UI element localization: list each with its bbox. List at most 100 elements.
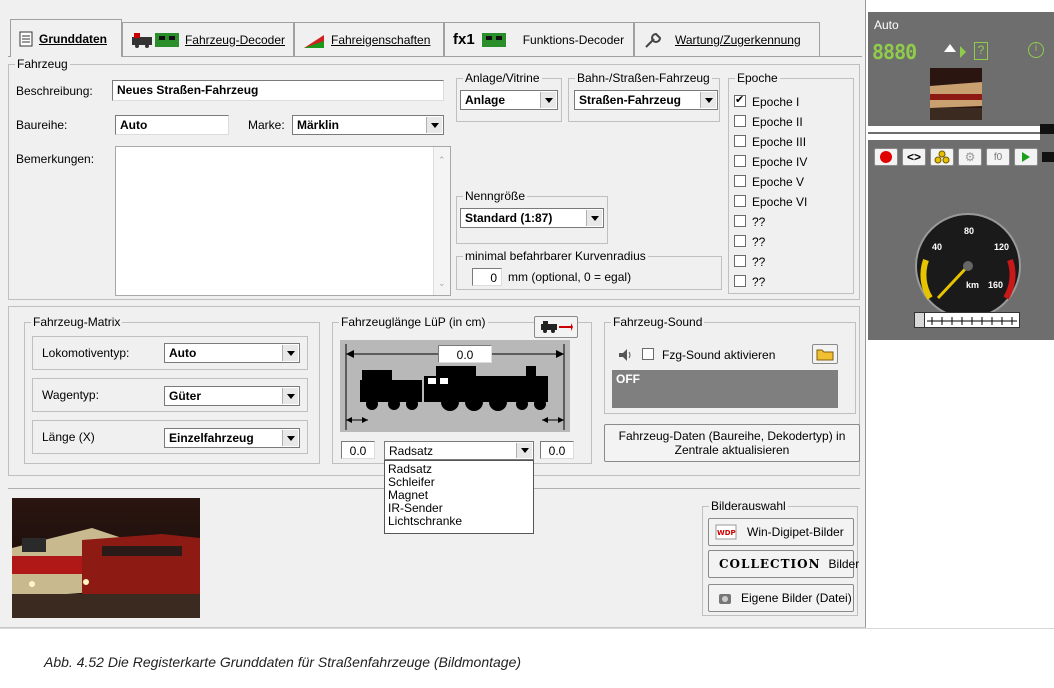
epoche-7-checkbox[interactable] bbox=[734, 215, 746, 227]
vehicle-thumbnail bbox=[930, 68, 982, 120]
figure-caption: Abb. 4.52 Die Registerkarte Grunddaten f… bbox=[44, 654, 522, 670]
baureihe-label: Baureihe: bbox=[16, 118, 68, 132]
panel-indicator bbox=[1042, 152, 1054, 162]
speed-tick-80: 80 bbox=[964, 226, 975, 236]
scroll-down-icon[interactable]: ⌄ bbox=[438, 278, 446, 289]
win-digipet-bilder-button[interactable]: WDP Win-Digipet-Bilder bbox=[708, 518, 854, 546]
epoche-4-label: Epoche IV bbox=[752, 155, 808, 169]
caption-divider bbox=[0, 628, 1054, 629]
svg-text:WDP: WDP bbox=[717, 529, 736, 537]
update-zentrale-button[interactable]: Fahrzeug-Daten (Baureihe, Dekodertyp) in… bbox=[604, 424, 860, 462]
anlage-select[interactable]: Anlage bbox=[460, 90, 558, 110]
address-display: 8880 bbox=[872, 40, 917, 64]
speed-tick-120: 120 bbox=[994, 242, 1010, 252]
sensor-select[interactable]: Radsatz bbox=[384, 441, 534, 460]
direction-toggle-button[interactable]: <> bbox=[902, 148, 926, 166]
lokomotivtyp-select[interactable]: Auto bbox=[164, 343, 300, 363]
loco-control-panel: Auto 8880 ? i <> ⚙ f0 40 80 120 160 km bbox=[868, 12, 1054, 340]
laenge-group-title: Fahrzeuglänge LüP (in cm) bbox=[339, 315, 488, 329]
laenge-select[interactable]: Einzelfahrzeug bbox=[164, 428, 300, 448]
slider-ticks bbox=[927, 317, 1017, 325]
fx1-prefix: fx1 bbox=[453, 31, 475, 48]
bahn-select[interactable]: Straßen-Fahrzeug bbox=[574, 90, 718, 110]
sensor-dropdown-list: Radsatz Schleifer Magnet IR-Sender Licht… bbox=[384, 460, 534, 534]
nenngroesse-value: Standard (1:87) bbox=[465, 211, 553, 225]
tab-grunddaten[interactable]: Grunddaten bbox=[10, 19, 122, 57]
epoche-10-checkbox[interactable] bbox=[734, 275, 746, 287]
locomotive-photo-icon bbox=[12, 498, 200, 618]
lokomotivtyp-label: Lokomotiventyp: bbox=[42, 346, 130, 360]
beschreibung-input[interactable]: Neues Straßen-Fahrzeug bbox=[112, 80, 444, 101]
collection-bilder-button[interactable]: COLLECTION Bilder bbox=[708, 550, 859, 578]
open-sound-button[interactable] bbox=[812, 344, 838, 364]
info-icon: i bbox=[1028, 42, 1044, 58]
sensor-option[interactable]: Lichtschranke bbox=[388, 515, 530, 528]
speed-tick-40: 40 bbox=[932, 242, 943, 252]
stop-button[interactable] bbox=[874, 148, 898, 166]
epoche-8-checkbox[interactable] bbox=[734, 235, 746, 247]
sensor-value: Radsatz bbox=[389, 444, 434, 458]
chevron-down-icon[interactable] bbox=[426, 117, 442, 133]
bemerkungen-textarea[interactable]: ⌃ ⌄ bbox=[115, 146, 451, 296]
speed-slider-thumb[interactable] bbox=[915, 313, 925, 327]
wagentyp-select[interactable]: Güter bbox=[164, 386, 300, 406]
speed-tick-160: 160 bbox=[988, 280, 1004, 290]
light-function-button[interactable] bbox=[930, 148, 954, 166]
tab-fahreigenschaften[interactable]: Fahreigenschaften bbox=[294, 22, 444, 56]
radius-input[interactable]: 0 bbox=[472, 268, 502, 286]
epoche-1-checkbox[interactable] bbox=[734, 93, 746, 107]
bemerkungen-label: Bemerkungen: bbox=[16, 152, 95, 166]
epoche-3-checkbox[interactable] bbox=[734, 135, 746, 147]
epoche-7-label: ?? bbox=[752, 215, 766, 229]
tab-strip-divider bbox=[8, 56, 862, 57]
epoche-4-checkbox[interactable] bbox=[734, 155, 746, 167]
wdp-logo-icon: WDP bbox=[715, 524, 737, 540]
epoche-9-checkbox[interactable] bbox=[734, 255, 746, 267]
coupler-button[interactable]: ⚙ bbox=[958, 148, 982, 166]
play-icon bbox=[1022, 152, 1030, 162]
chevron-down-icon[interactable] bbox=[282, 345, 298, 361]
epoche-8-label: ?? bbox=[752, 235, 766, 249]
chevron-down-icon[interactable] bbox=[586, 210, 602, 226]
speed-slider[interactable] bbox=[914, 312, 1020, 328]
camera-icon bbox=[719, 594, 731, 604]
epoche-6-checkbox[interactable] bbox=[734, 195, 746, 207]
chevron-down-icon[interactable] bbox=[516, 443, 532, 458]
tab-label: Grunddaten bbox=[39, 31, 107, 46]
measure-length-button[interactable] bbox=[534, 316, 578, 338]
marke-select[interactable]: Märklin bbox=[292, 115, 444, 135]
eigene-bilder-button[interactable]: Eigene Bilder (Datei) bbox=[708, 584, 854, 612]
tab-funktions-decoder[interactable]: fx1 Funktions-Decoder bbox=[444, 22, 634, 56]
chevron-down-icon[interactable] bbox=[282, 430, 298, 446]
document-icon bbox=[19, 31, 33, 46]
speed-bar bbox=[868, 126, 1040, 132]
baureihe-input[interactable]: Auto bbox=[115, 115, 229, 135]
direction-toggle-icon: <> bbox=[906, 150, 921, 164]
chevron-down-icon[interactable] bbox=[282, 388, 298, 404]
tab-fahrzeug-decoder[interactable]: Fahrzeug-Decoder bbox=[122, 22, 294, 56]
bahn-value: Straßen-Fahrzeug bbox=[579, 93, 682, 107]
play-button[interactable] bbox=[1014, 148, 1038, 166]
left-overhang-input[interactable]: 0.0 bbox=[341, 441, 375, 459]
wrench-icon bbox=[645, 32, 662, 48]
nenngroesse-select[interactable]: Standard (1:87) bbox=[460, 208, 604, 228]
scrollbar[interactable]: ⌃ ⌄ bbox=[433, 147, 450, 295]
tab-wartung[interactable]: Wartung/Zugerkennung bbox=[634, 22, 820, 56]
lokomotivtyp-value: Auto bbox=[169, 346, 197, 360]
function-f0-button[interactable]: f0 bbox=[986, 148, 1010, 166]
sound-checkbox[interactable] bbox=[642, 348, 654, 360]
epoche-5-checkbox[interactable] bbox=[734, 175, 746, 187]
function-decoder-icon bbox=[481, 32, 506, 47]
marke-value: Märklin bbox=[297, 118, 340, 132]
bahn-title: Bahn-/Straßen-Fahrzeug bbox=[575, 71, 712, 85]
tab-label: Wartung/Zugerkennung bbox=[675, 32, 801, 47]
scroll-up-icon[interactable]: ⌃ bbox=[438, 155, 446, 166]
epoche-2-checkbox[interactable] bbox=[734, 115, 746, 127]
total-length-input[interactable]: 0.0 bbox=[438, 345, 492, 363]
locomotive-thumbnail-icon bbox=[930, 68, 982, 120]
chevron-down-icon[interactable] bbox=[700, 92, 716, 108]
right-overhang-input[interactable]: 0.0 bbox=[540, 441, 574, 459]
bilder-title: Bilderauswahl bbox=[709, 499, 788, 513]
sound-title: Fahrzeug-Sound bbox=[611, 315, 705, 329]
chevron-down-icon[interactable] bbox=[540, 92, 556, 108]
